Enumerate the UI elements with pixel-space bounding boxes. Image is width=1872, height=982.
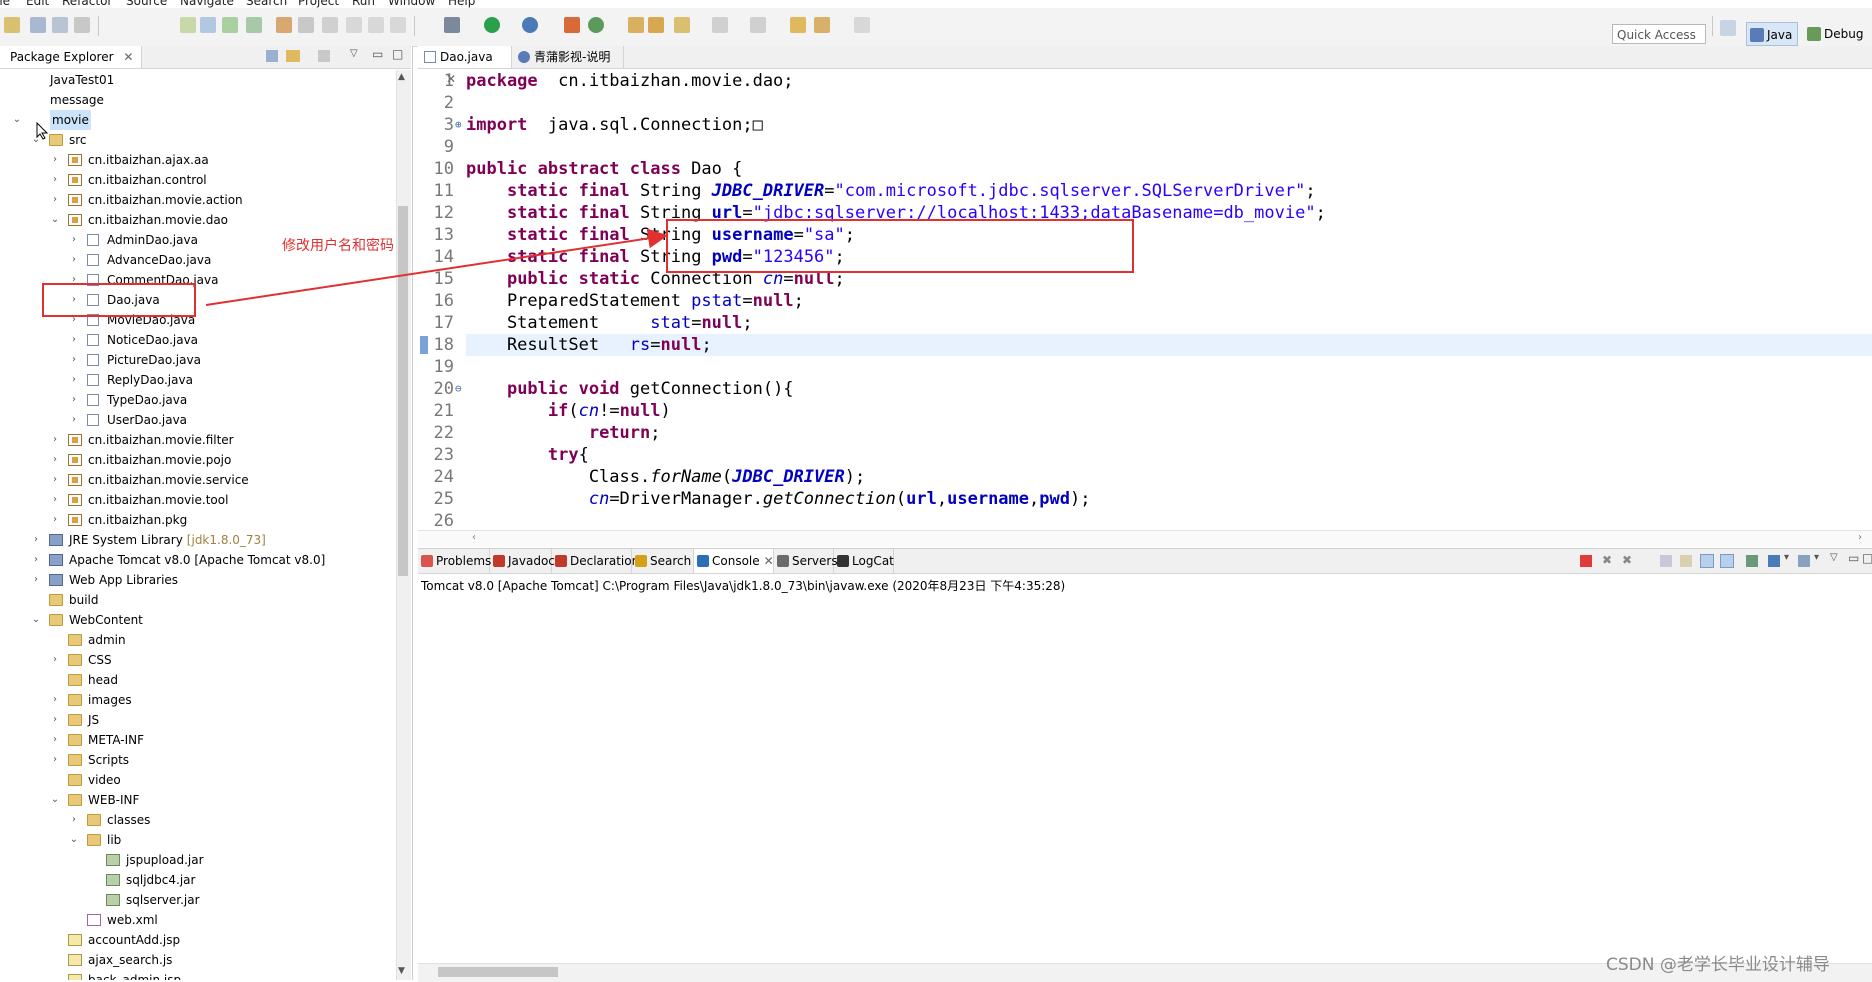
annotation-arrow xyxy=(205,228,668,306)
watermark: CSDN @老学长毕业设计辅导 xyxy=(1606,955,1830,975)
mouse-cursor-icon xyxy=(36,122,49,140)
